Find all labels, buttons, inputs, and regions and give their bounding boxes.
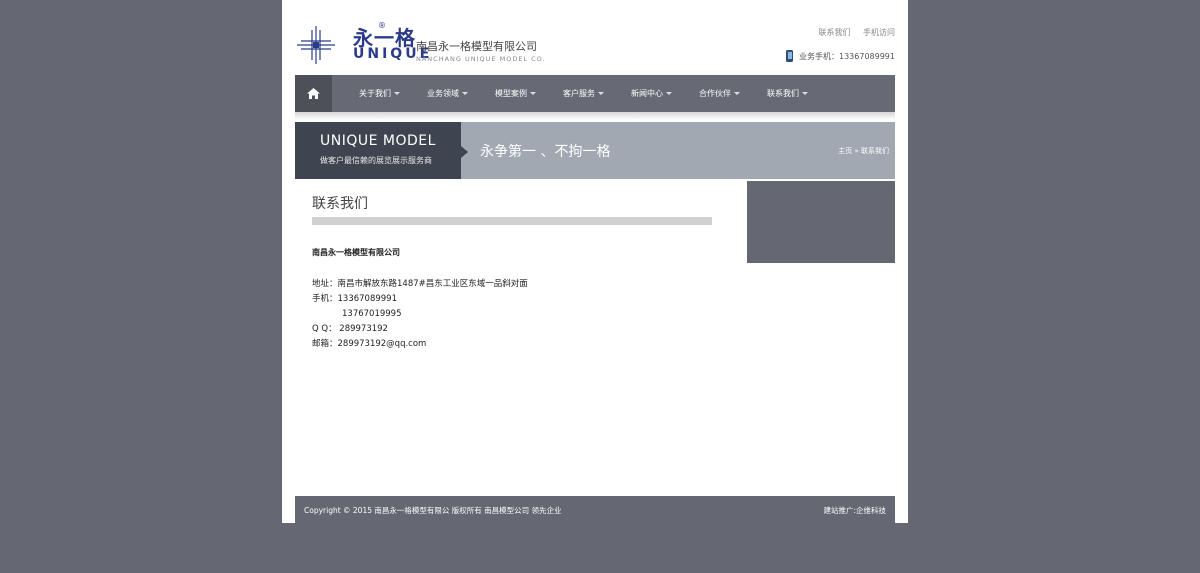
registered-mark: ® bbox=[378, 21, 386, 30]
nav-item-label: 客户服务 bbox=[563, 89, 595, 98]
top-phone: 业务手机：13367089991 bbox=[786, 50, 895, 62]
contact-address: 地址：南昌市解放东路1487#昌东工业区东域一品斜对面 bbox=[312, 279, 528, 289]
nav-item-label: 新闻中心 bbox=[631, 89, 663, 98]
caret-down-icon bbox=[666, 92, 672, 95]
sidebar-box bbox=[747, 181, 895, 263]
page-title: 联系我们 bbox=[312, 196, 368, 212]
home-icon bbox=[307, 88, 320, 99]
nav-shadow bbox=[295, 112, 895, 120]
nav-item-contact[interactable]: 联系我们 bbox=[767, 88, 808, 99]
title-divider bbox=[312, 217, 712, 225]
nav-item-label: 关于我们 bbox=[359, 89, 391, 98]
contact-info: 地址：南昌市解放东路1487#昌东工业区东域一品斜对面 手机：133670899… bbox=[312, 277, 528, 352]
nav-home-button[interactable] bbox=[295, 75, 332, 112]
contact-qq: Q Q： 289973192 bbox=[312, 324, 388, 334]
caret-down-icon bbox=[530, 92, 536, 95]
breadcrumb-current[interactable]: 联系我们 bbox=[861, 147, 889, 155]
contact-company: 南昌永一格模型有限公司 bbox=[312, 248, 400, 257]
nav-item-about[interactable]: 关于我们 bbox=[359, 88, 400, 99]
caret-down-icon bbox=[734, 92, 740, 95]
contact-phone-1: 手机：13367089991 bbox=[312, 294, 397, 304]
contact-email: 邮箱：289973192@qq.com bbox=[312, 339, 427, 349]
mobile-phone-icon bbox=[786, 50, 793, 62]
page-banner: UNIQUE MODEL 做客户最信赖的展览展示服务商 永争第一 、不拘一格 主… bbox=[295, 122, 895, 179]
caret-down-icon bbox=[462, 92, 468, 95]
nav-item-service[interactable]: 客户服务 bbox=[563, 88, 604, 99]
nav-item-label: 模型案例 bbox=[495, 89, 527, 98]
footer-copyright: Copyright © 2015 南昌永一格模型有限公 版权所有 南昌模型公司 … bbox=[304, 506, 562, 515]
phone-label: 业务手机：13367089991 bbox=[799, 51, 895, 61]
logo-mark-icon bbox=[297, 26, 335, 64]
footer-credit-link[interactable]: 建站推广:企维科技 bbox=[823, 505, 886, 516]
top-link-mobile[interactable]: 手机访问 bbox=[863, 28, 895, 37]
footer: Copyright © 2015 南昌永一格模型有限公 版权所有 南昌模型公司 … bbox=[295, 496, 895, 523]
banner-slogan: 永争第一 、不拘一格 bbox=[480, 144, 611, 160]
banner-title: UNIQUE MODEL bbox=[320, 133, 436, 149]
nav-item-news[interactable]: 新闻中心 bbox=[631, 88, 672, 99]
nav-item-cases[interactable]: 模型案例 bbox=[495, 88, 536, 99]
caret-down-icon bbox=[598, 92, 604, 95]
top-links: 联系我们 手机访问 bbox=[808, 27, 895, 38]
banner-left-panel: UNIQUE MODEL 做客户最信赖的展览展示服务商 bbox=[295, 122, 468, 179]
nav-item-label: 业务领域 bbox=[427, 89, 459, 98]
nav-item-label: 联系我们 bbox=[767, 89, 799, 98]
company-name: 南昌永一格模型有限公司 NANCHANG UNIQUE MODEL CO. bbox=[416, 38, 576, 63]
banner-subtitle: 做客户最信赖的展览展示服务商 bbox=[320, 156, 432, 165]
nav-item-business[interactable]: 业务领域 bbox=[427, 88, 468, 99]
nav-item-label: 合作伙伴 bbox=[699, 89, 731, 98]
company-name-en: NANCHANG UNIQUE MODEL CO. bbox=[416, 55, 546, 63]
nav-item-partners[interactable]: 合作伙伴 bbox=[699, 88, 740, 99]
contact-phone-2: 13767019995 bbox=[342, 309, 402, 319]
top-link-contact[interactable]: 联系我们 bbox=[818, 28, 850, 37]
main-nav: 关于我们 业务领域 模型案例 客户服务 新闻中心 合作伙伴 联系我们 bbox=[295, 75, 895, 112]
breadcrumb: 主页 » 联系我们 bbox=[838, 146, 889, 156]
breadcrumb-home[interactable]: 主页 bbox=[838, 147, 852, 155]
page-container: 永一格 ® UNIQUE 南昌永一格模型有限公司 NANCHANG UNIQUE… bbox=[282, 0, 908, 523]
breadcrumb-separator: » bbox=[854, 147, 859, 155]
caret-down-icon bbox=[802, 92, 808, 95]
company-name-cn: 南昌永一格模型有限公司 bbox=[416, 40, 537, 53]
caret-down-icon bbox=[394, 92, 400, 95]
